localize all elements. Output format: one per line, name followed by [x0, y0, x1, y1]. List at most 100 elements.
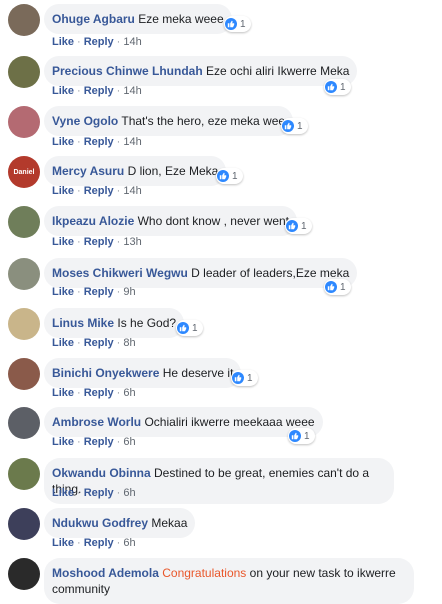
reaction-number: 1	[301, 220, 307, 232]
reaction-count[interactable]: 1	[224, 16, 251, 32]
comment-author[interactable]: Linus Mike	[52, 316, 114, 330]
reaction-number: 1	[304, 430, 310, 442]
comment-actions: Like · Reply · 14h	[52, 84, 142, 98]
comment-actions: Like · Reply · 14h	[52, 184, 142, 198]
reaction-count[interactable]: 1	[285, 218, 312, 234]
avatar[interactable]	[8, 258, 40, 290]
comment-text: D lion, Eze Meka	[127, 164, 219, 178]
comment-author[interactable]: Binichi Onyekwere	[52, 366, 159, 380]
reply-button[interactable]: Reply	[84, 286, 114, 298]
avatar[interactable]	[8, 4, 40, 36]
avatar[interactable]	[8, 206, 40, 238]
like-button[interactable]: Like	[52, 136, 74, 148]
reaction-number: 1	[297, 120, 303, 132]
reaction-count[interactable]: 1	[216, 168, 243, 184]
comment-text: Who dont know , never went	[137, 214, 290, 228]
separator: ·	[116, 286, 121, 298]
separator: ·	[116, 537, 121, 549]
like-button[interactable]: Like	[52, 236, 74, 248]
avatar[interactable]	[8, 56, 40, 88]
reaction-number: 1	[247, 372, 253, 384]
timestamp[interactable]: 9h	[123, 286, 135, 298]
like-reaction-icon	[177, 322, 189, 334]
like-reaction-icon	[325, 81, 337, 93]
reaction-count[interactable]: 1	[281, 118, 308, 134]
timestamp[interactable]: 6h	[123, 436, 135, 448]
reply-button[interactable]: Reply	[84, 387, 114, 399]
reply-button[interactable]: Reply	[84, 436, 114, 448]
comment-author[interactable]: Ohuge Agbaru	[52, 12, 135, 26]
reaction-count[interactable]: 1	[288, 428, 315, 444]
timestamp[interactable]: 14h	[123, 185, 141, 197]
reply-button[interactable]: Reply	[84, 487, 114, 499]
avatar[interactable]	[8, 508, 40, 540]
separator: ·	[77, 36, 81, 48]
avatar[interactable]	[8, 558, 40, 590]
avatar[interactable]	[8, 407, 40, 439]
comment-author[interactable]: Ndukwu Godfrey	[52, 516, 148, 530]
reaction-count[interactable]: 1	[231, 370, 258, 386]
comment-bubble: Ndukwu Godfrey Mekaa	[44, 508, 196, 538]
reaction-count[interactable]: 1	[324, 279, 351, 295]
like-button[interactable]: Like	[52, 436, 74, 448]
reply-button[interactable]: Reply	[84, 337, 114, 349]
avatar[interactable]	[8, 308, 40, 340]
comment-bubble: Precious Chinwe Lhundah Eze ochi aliri I…	[44, 56, 358, 86]
reply-button[interactable]: Reply	[84, 185, 114, 197]
comment-author[interactable]: Moses Chikweri Wegwu	[52, 266, 188, 280]
reply-button[interactable]: Reply	[84, 36, 114, 48]
like-button[interactable]: Like	[52, 337, 74, 349]
timestamp[interactable]: 6h	[123, 537, 135, 549]
avatar[interactable]: Daniel	[8, 156, 40, 188]
comment-bubble: Moshood Ademola Congratulations on your …	[44, 558, 414, 604]
comment-bubble: Ambrose Worlu Ochialiri ikwerre meekaaa …	[44, 407, 323, 437]
avatar[interactable]	[8, 106, 40, 138]
comment-actions: Like · Reply · 14h	[52, 135, 142, 149]
comment-author[interactable]: Precious Chinwe Lhundah	[52, 64, 203, 78]
comment-author[interactable]: Mercy Asuru	[52, 164, 124, 178]
reply-button[interactable]: Reply	[84, 537, 114, 549]
comment-author[interactable]: Okwandu Obinna	[52, 466, 151, 480]
like-reaction-icon	[225, 18, 237, 30]
like-button[interactable]: Like	[52, 487, 74, 499]
comment-author[interactable]: Ambrose Worlu	[52, 415, 141, 429]
reaction-count[interactable]: 1	[176, 320, 203, 336]
comment-actions: Like · Reply · 6h	[52, 486, 136, 500]
reply-button[interactable]: Reply	[84, 236, 114, 248]
comment-text: He deserve it	[162, 366, 234, 380]
comment-actions: Like · Reply · 8h	[52, 336, 136, 350]
like-reaction-icon	[217, 170, 229, 182]
reply-button[interactable]: Reply	[84, 85, 114, 97]
comment-bubble: Moses Chikweri Wegwu D leader of leaders…	[44, 258, 358, 288]
reply-button[interactable]: Reply	[84, 136, 114, 148]
comment-text: Eze ochi aliri Ikwerre Meka	[206, 64, 350, 78]
avatar[interactable]	[8, 458, 40, 490]
like-reaction-icon	[286, 220, 298, 232]
comment-actions: Like · Reply · 13h	[52, 235, 142, 249]
timestamp[interactable]: 14h	[123, 36, 141, 48]
separator: ·	[116, 136, 121, 148]
timestamp[interactable]: 14h	[123, 136, 141, 148]
avatar[interactable]	[8, 358, 40, 390]
like-button[interactable]: Like	[52, 537, 74, 549]
timestamp[interactable]: 14h	[123, 85, 141, 97]
comment-bubble: Linus Mike Is he God?	[44, 308, 185, 338]
avatar-logo-text: Daniel	[13, 168, 35, 176]
timestamp[interactable]: 6h	[123, 487, 135, 499]
comment-author[interactable]: Vyne Ogolo	[52, 114, 118, 128]
reaction-count[interactable]: 1	[324, 79, 351, 95]
like-button[interactable]: Like	[52, 36, 74, 48]
timestamp[interactable]: 13h	[123, 236, 141, 248]
comment-text: D leader of leaders,Eze meka	[191, 266, 350, 280]
comment-actions: Like · Reply · 6h	[52, 386, 136, 400]
like-button[interactable]: Like	[52, 85, 74, 97]
timestamp[interactable]: 8h	[123, 337, 135, 349]
like-button[interactable]: Like	[52, 286, 74, 298]
comment-author[interactable]: Moshood Ademola	[52, 566, 159, 580]
like-button[interactable]: Like	[52, 185, 74, 197]
comment-author[interactable]: Ikpeazu Alozie	[52, 214, 134, 228]
like-button[interactable]: Like	[52, 387, 74, 399]
like-reaction-icon	[232, 372, 244, 384]
timestamp[interactable]: 6h	[123, 387, 135, 399]
comment-text: Mekaa	[151, 516, 188, 530]
